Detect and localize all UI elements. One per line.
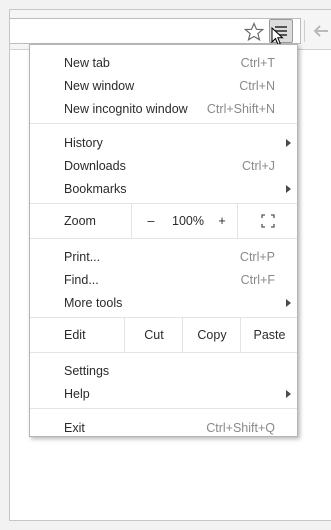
chrome-main-menu: New tab Ctrl+T New window Ctrl+N New inc… — [29, 44, 298, 437]
bookmark-star-icon[interactable] — [244, 22, 264, 42]
menu-item-new-window[interactable]: New window Ctrl+N — [30, 74, 297, 96]
menu-item-label: Print... — [64, 250, 101, 264]
menu-item-label: Settings — [64, 364, 110, 378]
copy-button[interactable]: Copy — [182, 318, 241, 352]
menu-separator — [30, 352, 297, 353]
menu-item-label: Downloads — [64, 159, 126, 173]
menu-item-new-tab[interactable]: New tab Ctrl+T — [30, 51, 297, 73]
cut-button[interactable]: Cut — [124, 318, 183, 352]
menu-item-label: Find... — [64, 273, 99, 287]
menu-item-more-tools[interactable]: More tools — [30, 291, 297, 313]
menu-separator — [30, 408, 297, 409]
menu-item-exit[interactable]: Exit Ctrl+Shift+Q — [30, 416, 297, 438]
menu-item-shortcut: Ctrl+Shift+N — [206, 102, 275, 116]
zoom-label: Zoom — [64, 214, 96, 228]
fullscreen-button[interactable] — [237, 204, 298, 238]
menu-item-print[interactable]: Print... Ctrl+P — [30, 245, 297, 267]
menu-item-downloads[interactable]: Downloads Ctrl+J — [30, 154, 297, 176]
submenu-arrow-icon — [286, 185, 291, 193]
zoom-out-button[interactable]: – — [131, 204, 170, 238]
menu-item-label: Help — [64, 387, 90, 401]
menu-item-label: Bookmarks — [64, 182, 127, 196]
menu-item-find[interactable]: Find... Ctrl+F — [30, 268, 297, 290]
zoom-row: Zoom – 100% + — [30, 204, 297, 238]
toolbar-divider — [304, 20, 305, 42]
menu-item-new-incognito-window[interactable]: New incognito window Ctrl+Shift+N — [30, 97, 297, 119]
menu-item-shortcut: Ctrl+Shift+Q — [206, 421, 275, 435]
edit-label: Edit — [64, 328, 86, 342]
submenu-arrow-icon — [286, 299, 291, 307]
menu-item-shortcut: Ctrl+J — [242, 159, 275, 173]
menu-separator — [30, 238, 297, 239]
menu-item-label: New incognito window — [64, 102, 188, 116]
menu-item-shortcut: Ctrl+T — [240, 56, 275, 70]
arrow-back-icon[interactable] — [313, 25, 329, 37]
zoom-in-button[interactable]: + — [207, 204, 237, 238]
menu-item-shortcut: Ctrl+N — [239, 79, 275, 93]
edit-row: Edit Cut Copy Paste — [30, 318, 297, 352]
menu-item-label: History — [64, 136, 103, 150]
menu-item-settings[interactable]: Settings — [30, 359, 297, 381]
menu-separator — [30, 123, 297, 124]
menu-item-bookmarks[interactable]: Bookmarks — [30, 177, 297, 199]
menu-item-shortcut: Ctrl+F — [240, 273, 275, 287]
paste-button[interactable]: Paste — [240, 318, 298, 352]
fullscreen-icon — [261, 214, 275, 228]
menu-item-shortcut: Ctrl+P — [239, 250, 275, 264]
menu-item-label: New window — [64, 79, 135, 93]
menu-item-label: More tools — [64, 296, 123, 310]
submenu-arrow-icon — [286, 390, 291, 398]
menu-item-label: New tab — [64, 56, 110, 70]
submenu-arrow-icon — [286, 139, 291, 147]
menu-item-help[interactable]: Help — [30, 382, 297, 404]
menu-item-label: Exit — [64, 421, 85, 435]
zoom-level-value: 100% — [172, 214, 204, 228]
menu-item-history[interactable]: History — [30, 131, 297, 153]
